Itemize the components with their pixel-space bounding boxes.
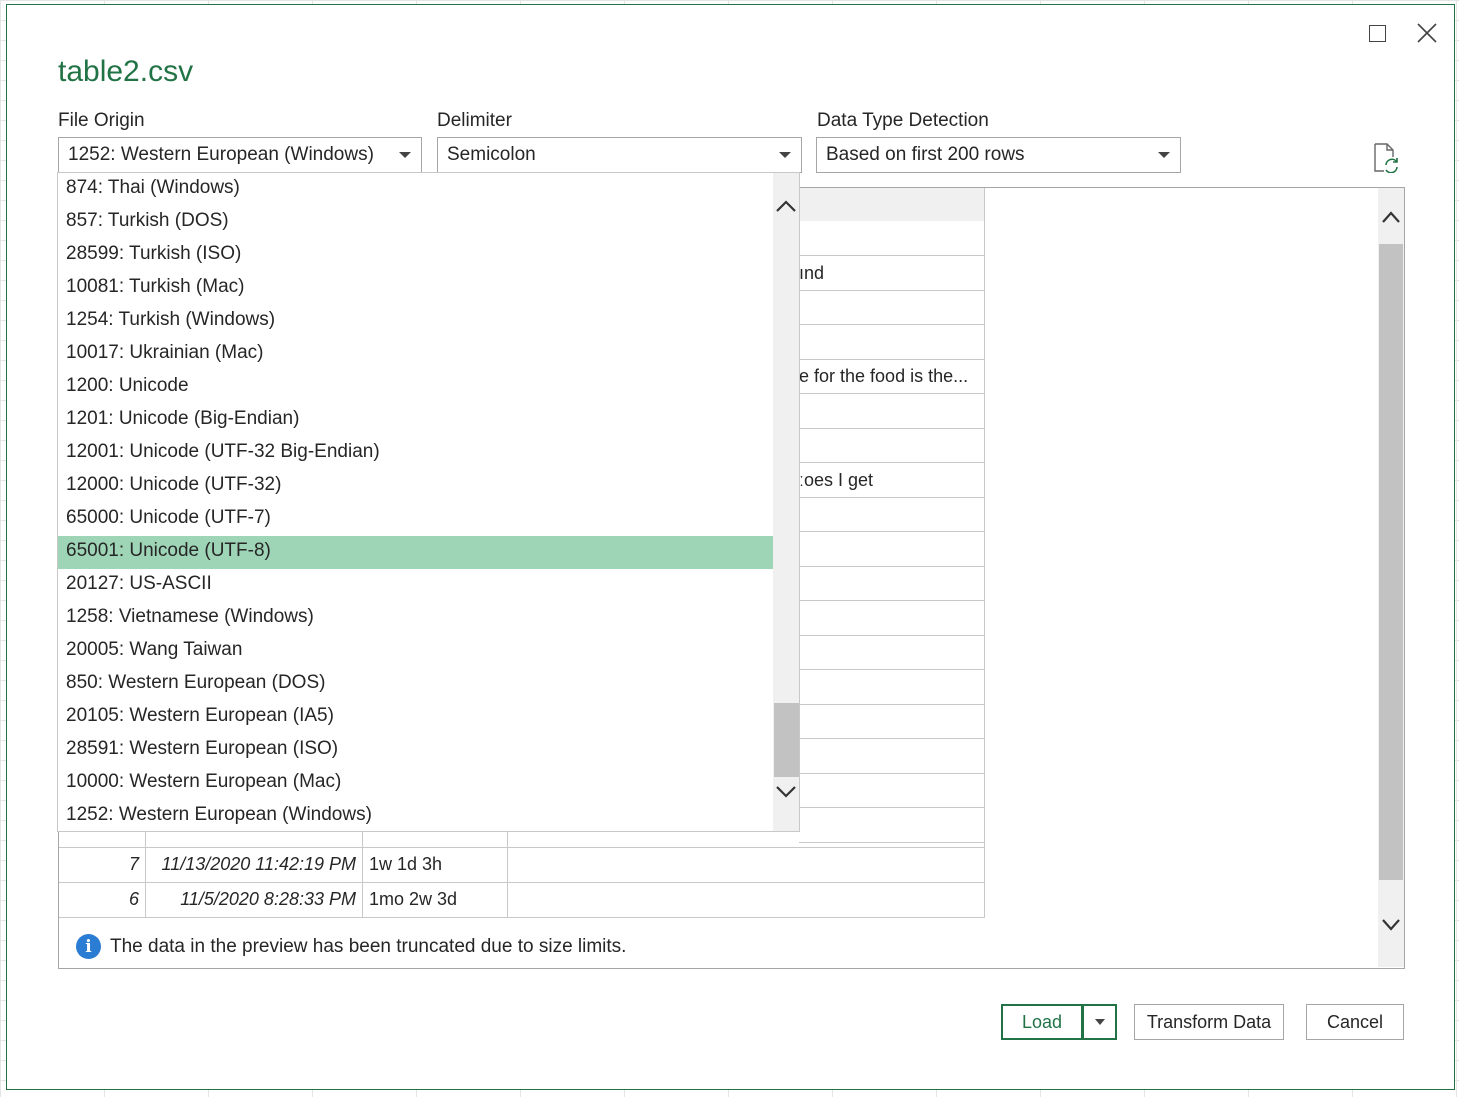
dropdown-option[interactable]: 857: Turkish (DOS) [58,206,773,239]
detection-label: Data Type Detection [817,110,989,131]
scroll-down-icon[interactable] [775,785,797,804]
file-origin-value: 1252: Western European (Windows) [68,144,374,165]
dropdown-scroll-thumb[interactable] [774,703,799,777]
close-icon[interactable] [1413,19,1441,47]
preview-cell [799,393,985,429]
table-cell-age: 1mo 2w 3d [363,883,508,917]
preview-cell [799,497,985,532]
dropdown-option[interactable]: 1254: Turkish (Windows) [58,305,773,338]
dropdown-option[interactable]: 10000: Western European (Mac) [58,767,773,800]
preview-cell [799,290,985,325]
preview-column-header [799,188,985,221]
dropdown-option[interactable]: 1252: Western European (Windows) [58,800,773,831]
dropdown-scrollbar[interactable] [773,173,799,831]
preview-cell: ːoes I get [799,462,985,498]
dropdown-option[interactable]: 12001: Unicode (UTF-32 Big-Endian) [58,437,773,470]
info-icon: i [76,934,101,959]
load-button[interactable]: Load [1001,1004,1083,1040]
dropdown-option[interactable]: 20127: US-ASCII [58,569,773,602]
dropdown-option[interactable]: 20105: Western European (IA5) [58,701,773,734]
dialog-title: table2.csv [58,55,194,88]
dropdown-option[interactable]: 10017: Ukrainian (Mac) [58,338,773,371]
dropdown-option[interactable]: 12000: Unicode (UTF-32) [58,470,773,503]
preview-cell [799,531,985,567]
maximize-icon[interactable] [1363,19,1391,47]
table-cell-id: 6 [59,883,146,917]
transform-data-button[interactable]: Transform Data [1134,1004,1284,1040]
table-cell-age: 1w 1d 3h [363,848,508,882]
delimiter-value: Semicolon [447,144,536,165]
file-origin-select[interactable]: 1252: Western European (Windows) [58,137,422,173]
preview-cell [799,600,985,636]
preview-cell [799,738,985,774]
chevron-down-icon [399,152,411,158]
chevron-down-icon [779,152,791,158]
table-cell-text [508,883,983,917]
table-row: 7 11/13/2020 11:42:19 PM 1w 1d 3h [59,848,985,883]
preview-cell [799,428,985,463]
table-row: 6 11/5/2020 8:28:33 PM 1mo 2w 3d [59,883,985,918]
preview-cell [799,773,985,808]
detection-value: Based on first 200 rows [826,144,1025,165]
preview-cell [799,669,985,705]
dropdown-option[interactable]: 65000: Unicode (UTF-7) [58,503,773,536]
table-cell-text [508,848,983,882]
delimiter-label: Delimiter [437,110,512,131]
refresh-file-icon[interactable] [1372,143,1400,174]
scroll-down-icon[interactable] [1381,918,1401,937]
dropdown-option[interactable]: 850: Western European (DOS) [58,668,773,701]
dropdown-option[interactable]: 1258: Vietnamese (Windows) [58,602,773,635]
dropdown-option[interactable]: 10081: Turkish (Mac) [58,272,773,305]
delimiter-select[interactable]: Semicolon [437,137,802,173]
scroll-up-icon[interactable] [775,199,797,218]
preview-cell: e for the food is the... [799,359,985,394]
file-origin-dropdown-list[interactable]: 874: Thai (Windows) 857: Turkish (DOS) 285… [57,172,800,832]
cancel-button[interactable]: Cancel [1306,1004,1404,1040]
truncation-text: The data in the preview has been truncat… [110,935,627,957]
detection-select[interactable]: Based on first 200 rows [816,137,1181,173]
table-cell-id: 7 [59,848,146,882]
preview-cell [799,704,985,739]
table-cell-date: 11/5/2020 8:28:33 PM [146,883,363,917]
dropdown-option[interactable]: 28599: Turkish (ISO) [58,239,773,272]
dropdown-option[interactable]: 20005: Wang Taiwan [58,635,773,668]
dropdown-option[interactable]: 65001: Unicode (UTF-8) [58,536,773,569]
table-cell-date: 11/13/2020 11:42:19 PM [146,848,363,882]
dropdown-option[interactable]: 1201: Unicode (Big-Endian) [58,404,773,437]
preview-scrollbar[interactable] [1378,188,1404,967]
preview-cell [799,324,985,360]
preview-cell [799,566,985,601]
preview-cell: ınd [799,255,985,291]
preview-cell [799,221,985,256]
dropdown-option[interactable]: 28591: Western European (ISO) [58,734,773,767]
chevron-down-icon [1158,152,1170,158]
dropdown-option[interactable]: 1200: Unicode [58,371,773,404]
load-options-button[interactable] [1083,1004,1117,1040]
truncation-notice: i The data in the preview has been trunc… [76,934,626,959]
scroll-thumb[interactable] [1379,244,1403,880]
scroll-up-icon[interactable] [1381,210,1401,229]
dropdown-option[interactable]: 874: Thai (Windows) [58,173,773,206]
preview-cell [799,635,985,670]
chevron-down-icon [1094,1019,1105,1025]
file-origin-label: File Origin [58,110,145,131]
